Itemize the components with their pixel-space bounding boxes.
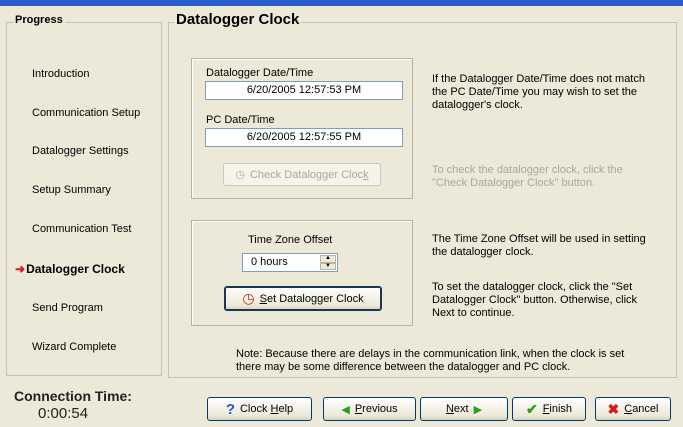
step-communication-setup: Communication Setup	[32, 107, 141, 119]
finish-button[interactable]: ✔ Finish	[512, 397, 586, 421]
time-zone-offset-label: Time Zone Offset	[248, 234, 333, 246]
datalogger-datetime-field[interactable]: 6/20/2005 12:57:53 PM	[205, 81, 403, 100]
next-label: Next	[445, 403, 469, 415]
arrow-left-icon: ◀	[341, 403, 350, 416]
clock-help-button[interactable]: ? Clock Help	[207, 397, 312, 421]
previous-button[interactable]: ◀ Previous	[323, 397, 416, 421]
title-bar-strip	[0, 0, 683, 6]
current-step-arrow-icon: ➜	[15, 262, 26, 276]
previous-label: Previous	[354, 403, 398, 415]
datalogger-datetime-label: Datalogger Date/Time	[206, 67, 314, 79]
cancel-label: Cancel	[624, 403, 659, 415]
help-icon: ?	[225, 400, 235, 418]
time-zone-offset-value: 0 hours	[251, 256, 288, 268]
set-datalogger-clock-label: Set Datalogger Clock	[259, 292, 364, 305]
cancel-button[interactable]: ✖ Cancel	[595, 397, 671, 421]
step-setup-summary: Setup Summary	[32, 184, 111, 196]
spin-down-button[interactable]: ▼	[320, 262, 336, 270]
arrow-right-icon: ▶	[473, 403, 483, 416]
next-button[interactable]: Next ▶	[420, 397, 508, 421]
checkmark-icon: ✔	[525, 400, 538, 417]
set-clock-help-text: To set the datalogger clock, click the "…	[432, 281, 638, 319]
check-datalogger-clock-button[interactable]: ◷ Check Datalogger Clock	[223, 163, 381, 186]
delay-note: Note: Because there are delays in the co…	[236, 348, 625, 373]
current-step-label: Datalogger Clock	[26, 262, 125, 276]
step-datalogger-clock-current: ➜Datalogger Clock	[15, 262, 125, 276]
time-zone-help-text: The Time Zone Offset will be used in set…	[432, 233, 646, 258]
step-send-program: Send Program	[32, 302, 103, 314]
connection-time-value: 0:00:54	[38, 405, 89, 422]
check-clock-help-text: To check the datalogger clock, click the…	[432, 164, 623, 189]
progress-panel: Progress Introduction Communication Setu…	[6, 14, 162, 376]
step-introduction: Introduction	[32, 68, 90, 80]
page-title: Datalogger Clock	[174, 11, 302, 28]
step-communication-test: Communication Test	[32, 223, 132, 235]
mismatch-description: If the Datalogger Date/Time does not mat…	[432, 73, 645, 111]
clock-help-label: Clock Help	[239, 403, 294, 415]
close-icon: ✖	[607, 400, 620, 417]
set-datalogger-clock-button[interactable]: ◷ Set Datalogger Clock	[224, 286, 382, 311]
pc-datetime-field[interactable]: 6/20/2005 12:57:55 PM	[205, 128, 403, 147]
progress-title: Progress	[13, 14, 65, 26]
clock-icon: ◷	[242, 290, 255, 306]
check-datalogger-clock-label: Check Datalogger Clock	[249, 168, 369, 181]
step-wizard-complete: Wizard Complete	[32, 341, 117, 353]
spin-up-button[interactable]: ▲	[320, 255, 336, 263]
connection-time-label: Connection Time:	[14, 388, 132, 404]
step-datalogger-settings: Datalogger Settings	[32, 145, 129, 157]
clock-icon: ◷	[235, 169, 245, 181]
finish-label: Finish	[542, 403, 573, 415]
pc-datetime-label: PC Date/Time	[206, 114, 275, 126]
time-zone-offset-spinner[interactable]: 0 hours ▲ ▼	[242, 253, 338, 272]
